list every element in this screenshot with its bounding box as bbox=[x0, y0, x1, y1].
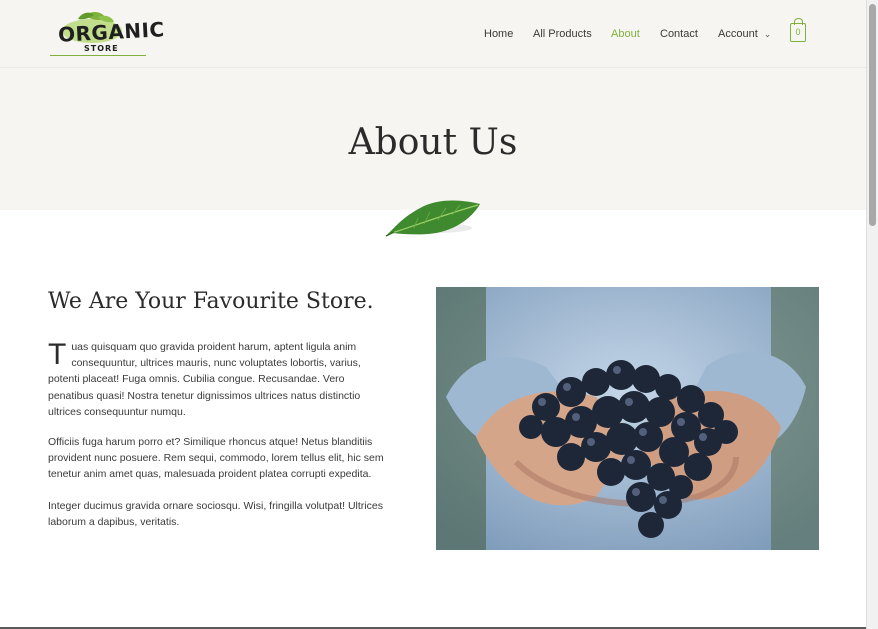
grapes-in-hands-image bbox=[436, 287, 819, 550]
chevron-down-icon: ⌄ bbox=[763, 29, 772, 39]
body-paragraph: Officiis fuga harum porro et? Similique … bbox=[48, 436, 384, 481]
dropcap-letter: T bbox=[48, 338, 67, 371]
nav-item-account[interactable]: Account ⌄ bbox=[718, 26, 771, 42]
logo[interactable]: ORGANIC STORE bbox=[48, 9, 165, 59]
logo-underline bbox=[50, 55, 146, 56]
page: ORGANIC STORE Home All Products About Co… bbox=[0, 0, 866, 629]
intro-paragraph-text: uas quisquam quo gravida proident harum,… bbox=[48, 341, 361, 418]
body-paragraph-2: Integer ducimus gravida ornare sociosqu.… bbox=[48, 500, 383, 529]
section-title: We Are Your Favourite Store. bbox=[48, 289, 374, 314]
nav-item-account-label: Account bbox=[718, 28, 758, 40]
site-header: ORGANIC STORE Home All Products About Co… bbox=[0, 0, 866, 68]
leaf-divider-icon bbox=[385, 200, 480, 237]
cart-count-badge: 0 bbox=[795, 27, 801, 37]
logo-wordmark: ORGANIC bbox=[57, 17, 166, 47]
nav-item-contact[interactable]: Contact bbox=[660, 26, 698, 42]
cart-button[interactable]: 0 bbox=[790, 18, 806, 42]
intro-paragraph: Tuas quisquam quo gravida proident harum… bbox=[48, 339, 388, 420]
page-hero: About Us bbox=[0, 68, 866, 210]
page-title: About Us bbox=[348, 122, 518, 163]
page-scrollbar[interactable] bbox=[866, 0, 878, 629]
logo-subtitle: STORE bbox=[84, 44, 119, 53]
nav-item-all-products[interactable]: All Products bbox=[533, 26, 592, 42]
nav-item-about[interactable]: About bbox=[611, 26, 640, 42]
scrollbar-thumb[interactable] bbox=[869, 4, 876, 226]
nav-item-home[interactable]: Home bbox=[484, 26, 513, 42]
